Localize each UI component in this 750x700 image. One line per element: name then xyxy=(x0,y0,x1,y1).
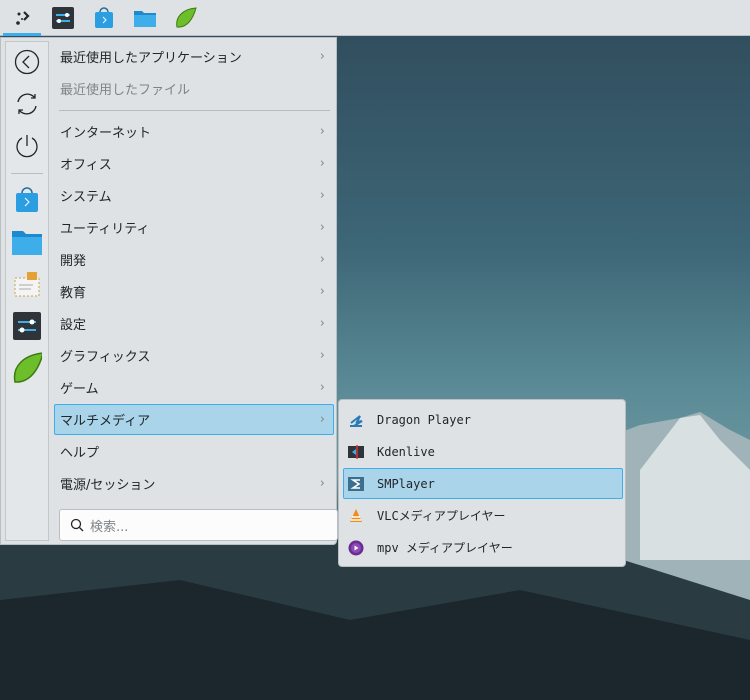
krita-button[interactable] xyxy=(167,0,205,36)
folder-icon xyxy=(134,10,156,27)
submenu-item-label: VLCメディアプレイヤー xyxy=(377,509,506,523)
system-settings-icon xyxy=(52,6,74,29)
chevron-right-icon: › xyxy=(319,49,325,64)
submenu-item-label: mpv メディアプレイヤー xyxy=(377,541,513,555)
system-settings-icon xyxy=(13,312,41,340)
menu-item[interactable]: ユーティリティ › xyxy=(54,212,334,243)
submenu-item-vlc[interactable]: VLCメディアプレイヤー xyxy=(343,500,623,531)
menu-item-label: グラフィックス xyxy=(60,350,151,365)
application-launcher-button[interactable] xyxy=(3,0,41,36)
menu-item-label: 最近使用したアプリケーション xyxy=(60,51,242,66)
chevron-right-icon: › xyxy=(319,476,325,491)
menu-item[interactable]: 設定 › xyxy=(54,308,334,339)
back-button[interactable] xyxy=(12,47,42,77)
submenu-item-mpv[interactable]: mpv メディアプレイヤー xyxy=(343,532,623,563)
menu-item-label: 設定 xyxy=(60,318,87,333)
menu-item[interactable]: 電源/セッション › xyxy=(54,468,334,499)
submenu-item-smplayer[interactable]: SMPlayer xyxy=(343,468,623,499)
vlc-icon xyxy=(348,508,364,524)
chevron-right-icon: › xyxy=(319,124,325,139)
chevron-right-icon: › xyxy=(319,284,325,299)
search-input[interactable]: 検索... xyxy=(59,509,338,541)
menu-item-label: システム xyxy=(60,190,112,205)
folder-icon xyxy=(12,231,42,255)
smplayer-icon xyxy=(348,476,364,492)
menu-item-label: ユーティリティ xyxy=(60,222,150,237)
discover-button[interactable] xyxy=(85,0,123,36)
chevron-right-icon: › xyxy=(319,252,325,267)
menu-item-label: ヘルプ xyxy=(60,446,100,461)
menu-item-label: オフィス xyxy=(60,158,112,173)
menu-item-label: マルチメディア xyxy=(60,414,151,429)
top-panel xyxy=(0,0,750,36)
dragon-player-icon xyxy=(348,412,364,428)
multimedia-submenu: Dragon Player Kdenlive SMPlayer VLCメディアプ… xyxy=(338,399,626,567)
application-menu: 最近使用したアプリケーション › 最近使用したファイル インターネット › オフィス › シス… xyxy=(0,37,338,545)
switch-user-button[interactable] xyxy=(12,89,42,119)
menu-item-label: 開発 xyxy=(60,254,87,269)
search-placeholder: 検索... xyxy=(90,519,129,535)
favorite-system-settings[interactable] xyxy=(12,311,42,341)
chevron-right-icon: › xyxy=(319,412,325,427)
favorite-krita[interactable] xyxy=(12,352,42,383)
menu-item[interactable]: グラフィックス › xyxy=(54,340,334,371)
chevron-right-icon: › xyxy=(319,156,325,171)
menu-item[interactable]: マルチメディア › xyxy=(54,404,334,435)
search-icon xyxy=(70,518,84,532)
back-icon xyxy=(14,49,40,75)
favorite-file-manager[interactable] xyxy=(12,227,42,257)
discover-icon xyxy=(95,6,113,28)
favorite-kate[interactable] xyxy=(12,269,42,299)
menu-item-label: 最近使用したファイル xyxy=(60,83,191,98)
chevron-right-icon: › xyxy=(319,220,325,235)
menu-item-label: インターネット xyxy=(60,126,152,141)
menu-separator xyxy=(59,110,330,111)
launcher-icon xyxy=(16,10,30,25)
submenu-item-label: Kdenlive xyxy=(377,444,435,459)
menu-item-label: 教育 xyxy=(60,286,87,301)
submenu-item-dragon-player[interactable]: Dragon Player xyxy=(343,404,623,435)
text-editor-icon xyxy=(14,272,40,297)
menu-item[interactable]: オフィス › xyxy=(54,148,334,179)
krita-icon xyxy=(176,6,197,28)
shutdown-button[interactable] xyxy=(12,131,42,161)
discover-icon xyxy=(16,187,38,212)
menu-item[interactable]: システム › xyxy=(54,180,334,211)
file-manager-button[interactable] xyxy=(126,0,164,36)
favorites-sidebar xyxy=(5,41,49,541)
submenu-item-kdenlive[interactable]: Kdenlive xyxy=(343,436,623,467)
system-settings-button[interactable] xyxy=(44,0,82,36)
chevron-right-icon: › xyxy=(319,188,325,203)
refresh-icon xyxy=(17,93,37,115)
mpv-icon xyxy=(348,540,364,556)
menu-item-label: ゲーム xyxy=(60,382,99,397)
menu-item[interactable]: 最近使用したアプリケーション › xyxy=(54,41,334,72)
menu-item[interactable]: ヘルプ xyxy=(54,436,334,467)
kdenlive-icon xyxy=(348,444,364,460)
krita-icon xyxy=(13,352,42,383)
sidebar-separator xyxy=(11,173,43,174)
menu-item[interactable]: インターネット › xyxy=(54,116,334,147)
submenu-item-label: Dragon Player xyxy=(377,412,471,427)
favorite-discover[interactable] xyxy=(12,185,42,215)
chevron-right-icon: › xyxy=(319,380,325,395)
menu-item[interactable]: ゲーム › xyxy=(54,372,334,403)
chevron-right-icon: › xyxy=(319,316,325,331)
chevron-right-icon: › xyxy=(319,348,325,363)
menu-item[interactable]: 最近使用したファイル xyxy=(54,73,334,104)
submenu-item-label: SMPlayer xyxy=(377,476,435,491)
power-icon xyxy=(16,135,38,158)
menu-item-label: 電源/セッション xyxy=(60,478,156,493)
menu-item[interactable]: 開発 › xyxy=(54,244,334,275)
menu-item[interactable]: 教育 › xyxy=(54,276,334,307)
